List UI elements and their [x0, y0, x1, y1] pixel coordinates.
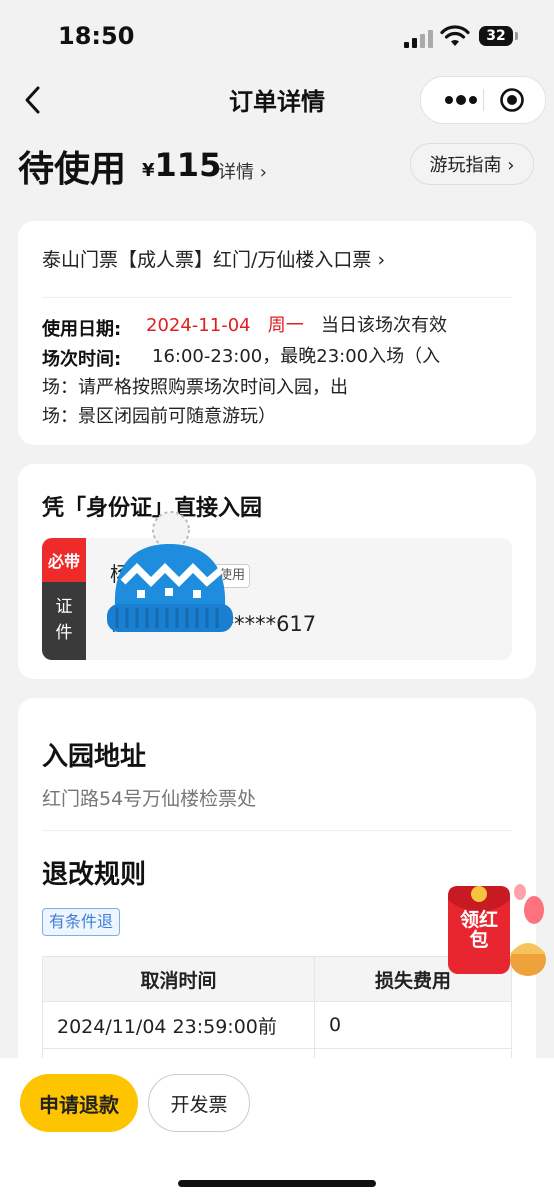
price-detail-link[interactable]: 详情 ›	[218, 158, 267, 184]
close-mini-program-icon[interactable]	[499, 87, 525, 113]
cert-char-1: 证	[55, 597, 73, 617]
red-packet-label: 领红包	[459, 909, 498, 951]
wifi-icon	[440, 25, 470, 46]
order-price: ¥115	[142, 146, 221, 184]
table-cell: 0	[314, 1001, 512, 1049]
play-guide-button[interactable]: 游玩指南 ›	[410, 143, 534, 185]
divider	[42, 830, 512, 831]
refund-rules-title: 退改规则	[42, 860, 147, 890]
entry-card: 凭「身份证」直接入园 必带 证 件 杨 使用 证 3 0**********61…	[18, 464, 536, 679]
weekday: 周一	[267, 315, 304, 336]
validity-note: 当日该场次有效	[320, 315, 447, 336]
nav-bar: 订单详情	[0, 72, 554, 128]
table-row: 2024/11/04 23:59:00前 0	[41, 1001, 512, 1049]
must-bring-badge: 必带	[42, 538, 86, 582]
order-status: 待使用	[18, 149, 127, 190]
price-amount: 115	[154, 146, 222, 184]
mini-program-capsule	[420, 76, 546, 124]
divider	[42, 297, 512, 298]
order-header: 待使用 ¥115 详情 › 游玩指南 ›	[0, 128, 554, 208]
use-date-value: 2024-11-04 周一 当日该场次有效	[146, 310, 447, 341]
clock: 18:50	[58, 22, 135, 50]
more-icon[interactable]	[441, 94, 481, 106]
ticket-card: 泰山门票【成人票】红门/万仙楼入口票 › 使用日期: 2024-11-04 周一…	[18, 221, 536, 445]
cellular-signal-icon	[404, 28, 436, 48]
use-date-label: 使用日期:	[42, 319, 122, 340]
table-cell: 2024/11/04 23:59:00前	[41, 1001, 316, 1049]
certificate-label: 证 件	[42, 582, 86, 660]
capsule-divider	[483, 89, 484, 111]
apply-refund-button[interactable]: 申请退款	[20, 1074, 138, 1132]
red-packet-promo[interactable]: 领红包	[440, 880, 552, 980]
session-time-line-3: 场：景区闭园前可随意游玩）	[42, 406, 276, 427]
address-title: 入园地址	[42, 742, 147, 772]
session-time-label: 场次时间:	[42, 349, 122, 370]
address-text: 红门路54号万仙楼检票处	[42, 788, 257, 810]
battery-icon: 32	[479, 26, 518, 46]
table-header: 取消时间	[41, 956, 316, 1002]
session-time-line-2: 场：请严格按照购票场次时间入园，出	[42, 377, 348, 398]
home-indicator	[178, 1180, 376, 1187]
cert-char-2: 件	[55, 623, 73, 643]
use-date: 2024-11-04	[146, 315, 251, 336]
issue-invoice-button[interactable]: 开发票	[148, 1074, 250, 1132]
session-time-line-1: 16:00-23:00，最晚23:00入场（入	[152, 346, 441, 367]
currency-symbol: ¥	[142, 160, 155, 181]
status-bar: 18:50 32	[0, 0, 554, 72]
product-title-link[interactable]: 泰山门票【成人票】红门/万仙楼入口票 ›	[42, 245, 385, 272]
bottom-action-bar: 申请退款 开发票	[0, 1058, 554, 1200]
refund-condition-tag: 有条件退	[42, 908, 121, 936]
winter-hat-sticker-icon	[107, 511, 233, 632]
